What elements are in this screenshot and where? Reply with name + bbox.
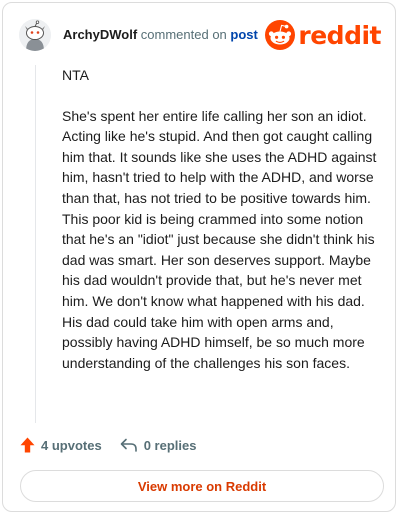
- snoo-avatar-icon: [19, 19, 51, 51]
- byline: ArchyDWolf commented on post: [63, 27, 258, 43]
- reply-icon: [120, 438, 137, 452]
- replies-button[interactable]: 0 replies: [120, 437, 197, 453]
- reddit-logo[interactable]: reddit: [265, 17, 381, 53]
- comment-embed-card: ArchyDWolf commented on post reddit NTA …: [2, 2, 396, 512]
- view-more-button[interactable]: View more on Reddit: [20, 470, 384, 502]
- reddit-snoo-logo-icon: [265, 20, 296, 50]
- comment-header: ArchyDWolf commented on post reddit: [19, 17, 381, 53]
- upvote-count: 4 upvotes: [41, 437, 102, 453]
- comment-paragraph: NTA: [62, 67, 89, 83]
- upvote-button[interactable]: 4 upvotes: [20, 437, 102, 453]
- comment-body: NTA She's spent her entire life calling …: [62, 65, 382, 373]
- upvote-arrow-icon: [20, 437, 35, 453]
- post-link[interactable]: post: [230, 27, 257, 42]
- comment-paragraph: She's spent her entire life calling her …: [62, 107, 377, 371]
- reply-count: 0 replies: [143, 437, 197, 453]
- commented-on-text: commented on: [140, 27, 227, 42]
- avatar[interactable]: [19, 19, 51, 51]
- comment-actions: 4 upvotes 0 replies: [20, 435, 196, 455]
- thread-line: [35, 65, 36, 423]
- reddit-wordmark: reddit: [298, 20, 381, 50]
- username[interactable]: ArchyDWolf: [63, 27, 137, 42]
